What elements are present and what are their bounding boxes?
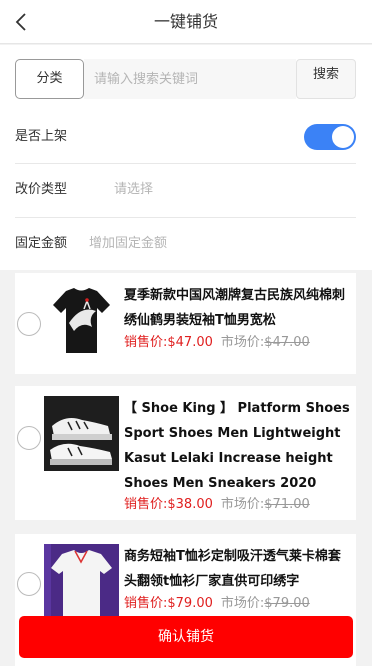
market-price: $47.00	[264, 335, 310, 350]
price-line: 销售价:$47.00 市场价:$47.00	[124, 334, 310, 352]
product-image	[44, 283, 119, 358]
settings-form: 分类 搜索 是否上架 改价类型 请选择 固定金额 增加固定金额	[0, 45, 372, 270]
market-price: $71.00	[264, 497, 310, 512]
black-tshirt-crane-image	[44, 283, 119, 358]
listed-row: 是否上架	[15, 111, 356, 163]
select-radio[interactable]	[17, 572, 41, 596]
product-image	[44, 544, 119, 626]
price-type-row[interactable]: 改价类型 请选择	[15, 164, 356, 216]
select-radio[interactable]	[17, 312, 41, 336]
listed-label: 是否上架	[15, 129, 68, 144]
sale-price: $38.00	[167, 497, 213, 512]
price-type-label: 改价类型	[15, 182, 68, 197]
select-radio[interactable]	[17, 426, 41, 450]
fixed-amount-label: 固定金额	[15, 236, 68, 251]
market-price-label: 市场价:	[220, 497, 265, 512]
confirm-button[interactable]: 确认铺货	[19, 616, 353, 658]
price-type-select[interactable]: 请选择	[114, 164, 153, 216]
product-title: 夏季新款中国风潮牌复古民族风纯棉刺绣仙鹤男装短袖T恤男宽松	[124, 288, 346, 328]
sale-price: $79.00	[167, 596, 213, 611]
sneakers-image	[44, 396, 119, 471]
page-title: 一键铺货	[153, 12, 218, 31]
polo-shirt-image	[44, 544, 119, 626]
sale-price-label: 销售价:	[124, 335, 168, 350]
product-title: 商务短袖T恤衫定制吸汗透气莱卡棉套头翻领t恤衫厂家直供可印绣字	[124, 549, 341, 589]
header-bar: 一键铺货	[0, 0, 372, 44]
toggle-knob	[332, 126, 354, 148]
listed-toggle[interactable]	[304, 124, 356, 150]
product-card[interactable]: 【 Shoe King 】 Platform Shoes Sport Shoes…	[15, 386, 356, 520]
price-line: 销售价:$38.00 市场价:$71.00	[124, 496, 310, 514]
product-title: 【 Shoe King 】 Platform Shoes Sport Shoes…	[124, 401, 350, 491]
search-button[interactable]: 搜索	[296, 59, 356, 99]
price-line: 销售价:$79.00 市场价:$79.00	[124, 595, 310, 613]
search-input[interactable]	[84, 59, 296, 99]
sale-price: $47.00	[167, 335, 213, 350]
market-price-label: 市场价:	[220, 596, 265, 611]
product-card[interactable]: 夏季新款中国风潮牌复古民族风纯棉刺绣仙鹤男装短袖T恤男宽松 销售价:$47.00…	[15, 273, 356, 374]
market-price-label: 市场价:	[220, 335, 265, 350]
sale-price-label: 销售价:	[124, 497, 168, 512]
market-price: $79.00	[264, 596, 310, 611]
category-button[interactable]: 分类	[15, 59, 84, 99]
fixed-amount-input[interactable]: 增加固定金额	[89, 218, 167, 270]
fixed-amount-row: 固定金额 增加固定金额	[15, 218, 356, 270]
product-image	[44, 396, 119, 471]
sale-price-label: 销售价:	[124, 596, 168, 611]
